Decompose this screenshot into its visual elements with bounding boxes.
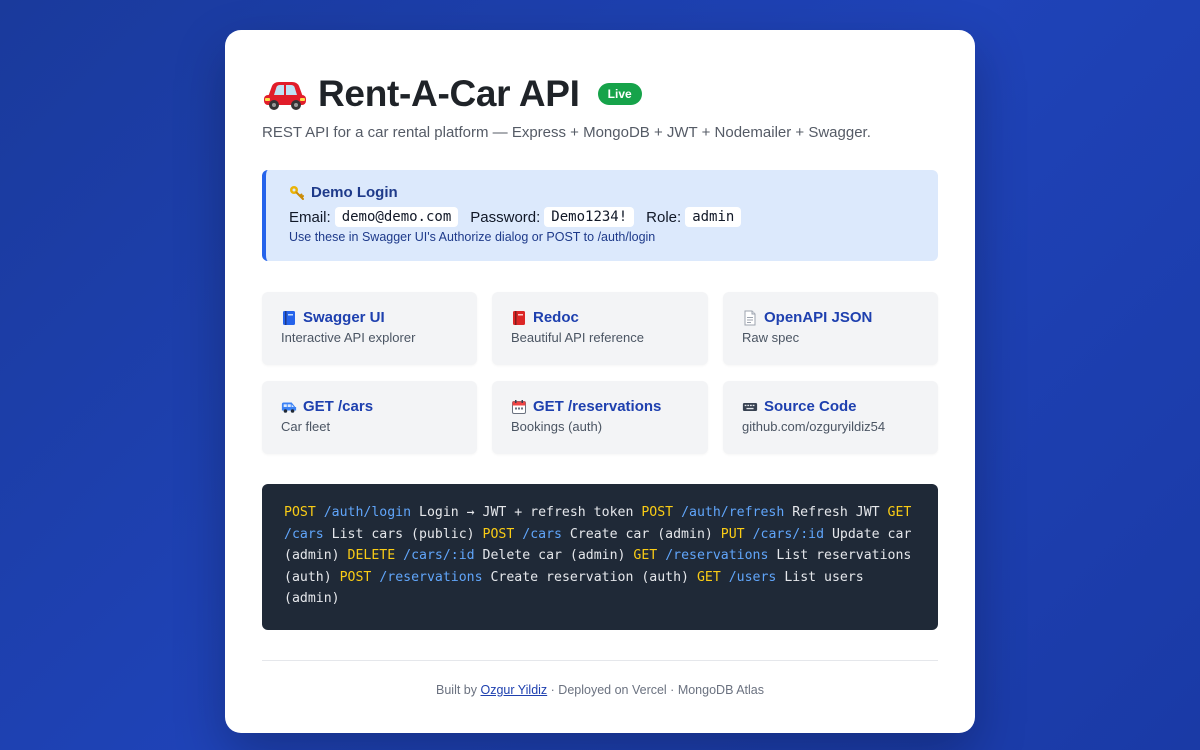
password-label: Password: xyxy=(470,208,541,226)
demo-login-panel: Demo Login Email: demo@demo.com Password… xyxy=(262,170,938,261)
endpoint-path: /cars/:id xyxy=(752,526,825,542)
page-subtitle: REST API for a car rental platform — Exp… xyxy=(262,124,871,141)
endpoint-method: POST xyxy=(482,526,515,542)
tile-title: Swagger UI xyxy=(303,309,385,326)
demo-login-heading: Demo Login xyxy=(289,184,916,201)
tile-get-reservations[interactable]: GET /reservations Bookings (auth) xyxy=(492,381,708,454)
tile-source-code[interactable]: Source Code github.com/ozguryildiz54 xyxy=(723,381,938,454)
link-grid: Swagger UI Interactive API explorer Redo… xyxy=(262,292,938,454)
status-badge: Live xyxy=(597,83,642,105)
endpoint-path: /users xyxy=(728,569,777,585)
calendar-icon xyxy=(511,399,527,415)
keyboard-icon xyxy=(742,399,758,415)
endpoint-desc: Login → JWT + refresh token xyxy=(419,505,634,520)
tile-desc: Interactive API explorer xyxy=(281,330,416,345)
endpoint-path: /auth/login xyxy=(323,505,412,520)
footer-suffix: · Deployed on Vercel · MongoDB Atlas xyxy=(550,683,764,697)
endpoint-path: /auth/refresh xyxy=(681,505,785,520)
red-book-icon xyxy=(511,310,527,326)
car-icon xyxy=(262,77,308,111)
key-icon xyxy=(289,185,305,201)
endpoint-path: /reservations xyxy=(379,569,483,585)
tile-title: GET /reservations xyxy=(533,398,662,415)
email-label: Email: xyxy=(289,208,331,226)
endpoint-item: POST /cars Create car (admin) xyxy=(483,527,713,542)
endpoint-desc: Refresh JWT xyxy=(792,505,880,520)
tile-title: Redoc xyxy=(533,309,579,326)
page-title: Rent-A-Car API xyxy=(318,73,580,114)
demo-role[interactable]: admin xyxy=(685,207,742,227)
tile-desc: Beautiful API reference xyxy=(511,330,644,345)
endpoint-method: POST xyxy=(641,505,674,520)
endpoint-desc: List cars (public) xyxy=(331,526,475,542)
endpoint-method: PUT xyxy=(720,526,745,542)
demo-login-title: Demo Login xyxy=(311,184,398,201)
demo-password[interactable]: Demo1234! xyxy=(544,207,635,227)
endpoint-list: POST /auth/login Login → JWT + refresh t… xyxy=(262,484,938,630)
tile-desc: Raw spec xyxy=(742,330,800,345)
footer: Built by Ozgur Yildiz · Deployed on Verc… xyxy=(262,683,938,697)
endpoint-item: POST /reservations Create reservation (a… xyxy=(340,570,689,585)
tile-title: OpenAPI JSON xyxy=(764,309,873,326)
tile-redoc[interactable]: Redoc Beautiful API reference xyxy=(492,292,708,365)
author-link[interactable]: Ozgur Yildiz xyxy=(480,683,547,697)
endpoint-desc: Delete car (admin) xyxy=(482,548,626,564)
tile-desc: github.com/ozguryildiz54 xyxy=(742,419,886,434)
demo-email[interactable]: demo@demo.com xyxy=(334,207,459,227)
endpoint-item: POST /auth/refresh Refresh JWT xyxy=(641,505,879,520)
endpoint-method: GET xyxy=(887,505,912,520)
tile-desc: Bookings (auth) xyxy=(511,419,603,434)
title-row: Rent-A-Car API Live xyxy=(262,70,938,118)
demo-credentials: Email: demo@demo.com Password: Demo1234!… xyxy=(289,207,916,227)
endpoint-method: GET xyxy=(696,569,721,585)
role-label: Role: xyxy=(646,208,682,226)
endpoint-path: /cars xyxy=(284,526,324,542)
tile-get-cars[interactable]: GET /cars Car fleet xyxy=(262,381,477,454)
endpoint-desc: Create car (admin) xyxy=(569,526,713,542)
blue-book-icon xyxy=(281,310,297,326)
van-icon xyxy=(281,399,297,415)
endpoint-path: /reservations xyxy=(665,548,769,564)
tile-swagger-ui[interactable]: Swagger UI Interactive API explorer xyxy=(262,292,477,365)
endpoint-item: POST /auth/login Login → JWT + refresh t… xyxy=(284,505,633,520)
endpoint-path: /cars/:id xyxy=(403,548,475,564)
footer-divider xyxy=(262,660,938,661)
footer-prefix: Built by xyxy=(436,683,477,697)
endpoint-method: GET xyxy=(633,548,658,564)
tile-desc: Car fleet xyxy=(281,419,331,434)
api-card: Rent-A-Car API Live REST API for a car r… xyxy=(225,30,975,733)
endpoint-desc: Create reservation (auth) xyxy=(490,569,689,585)
tile-title: Source Code xyxy=(764,398,857,415)
endpoint-item: DELETE /cars/:id Delete car (admin) xyxy=(348,548,626,563)
endpoint-path: /cars xyxy=(522,526,562,542)
document-icon xyxy=(742,310,758,326)
endpoint-method: POST xyxy=(339,569,372,585)
endpoint-method: POST xyxy=(284,505,316,520)
tile-title: GET /cars xyxy=(303,398,374,415)
endpoint-method: DELETE xyxy=(347,548,396,564)
demo-note: Use these in Swagger UI's Authorize dial… xyxy=(289,230,656,244)
tile-openapi-json[interactable]: OpenAPI JSON Raw spec xyxy=(723,292,938,365)
